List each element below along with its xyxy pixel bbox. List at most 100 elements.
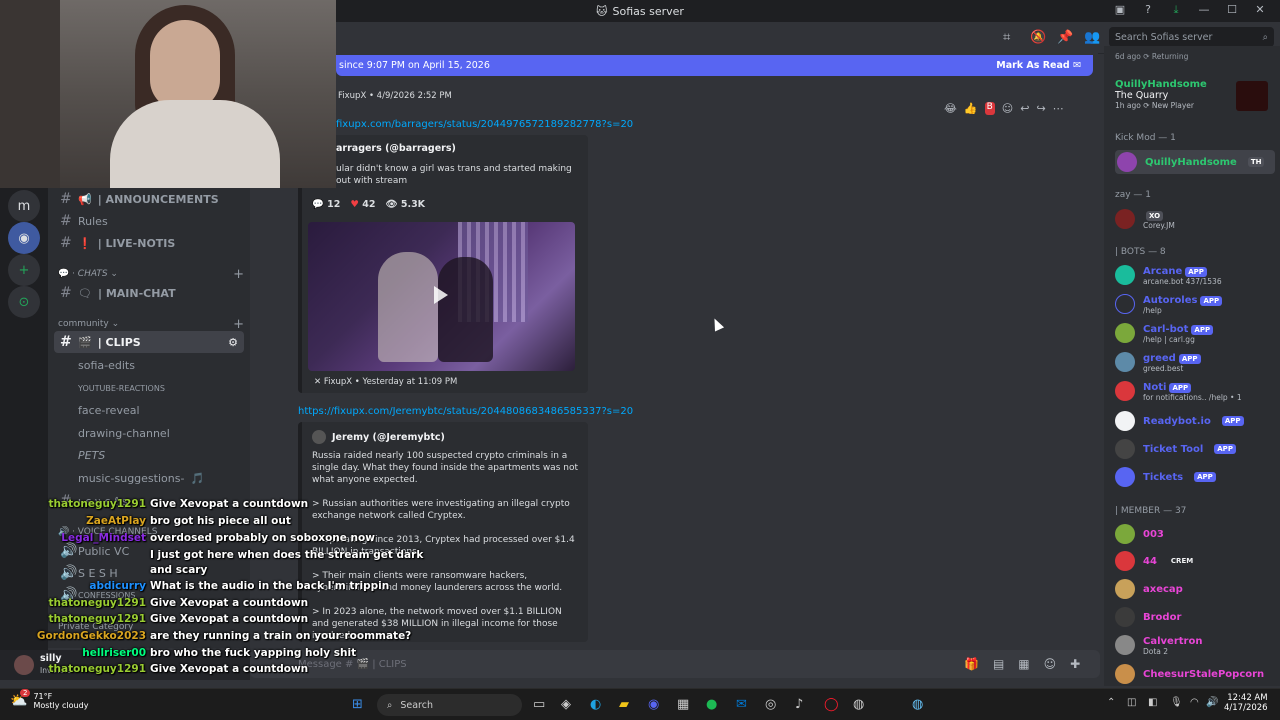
reaction-laugh-icon[interactable]: 😂 — [944, 102, 957, 115]
gift-icon[interactable]: 🎁 — [964, 657, 979, 671]
app-icon[interactable]: ◍ — [853, 697, 864, 712]
discord-icon[interactable]: ◉ — [648, 697, 659, 712]
channel-main-chat[interactable]: # 🗨 | MAIN-CHAT — [54, 282, 244, 304]
member-item[interactable]: Calvertron Dota 2 — [1115, 634, 1275, 656]
start-icon[interactable]: ⊞ — [352, 697, 363, 712]
chat-line: GordonGekko2023 are they running a train … — [36, 630, 412, 642]
gif-icon[interactable]: ▤ — [993, 657, 1004, 671]
heart-icon: ♥ — [350, 199, 359, 210]
spotify-icon[interactable]: ● — [706, 697, 717, 712]
embed-author: arragers (@barragers) — [336, 143, 456, 154]
tray-icon[interactable]: ◫ — [1127, 697, 1136, 708]
taskview-icon[interactable]: ▭ — [533, 697, 545, 712]
chat-line: and scary — [150, 564, 208, 576]
chat-line: thatoneguy1291 Give Xevopat a countdown — [48, 613, 309, 625]
more-icon[interactable]: ⋯ — [1053, 102, 1064, 115]
mute-icon[interactable]: 🔕 — [1030, 30, 1046, 45]
edge-icon[interactable]: ◐ — [590, 697, 601, 712]
server-home[interactable]: m — [8, 190, 40, 222]
member-item[interactable]: Ticket Tool APP — [1115, 439, 1275, 459]
member-item[interactable]: CheesurStalePopcorn — [1115, 664, 1275, 684]
chat-line: Legal_Mindset overdosed probably on sobox… — [61, 532, 375, 544]
tiktok-icon[interactable]: ♪ — [795, 697, 803, 712]
server-icon[interactable]: ◉ — [8, 222, 40, 254]
chat-line: I just got here when does the stream get… — [150, 549, 424, 561]
member-item[interactable]: Brodor — [1115, 607, 1275, 627]
member-item[interactable]: XO Corey.JM — [1115, 208, 1275, 230]
channel-clips[interactable]: # 🎬 | CLIPS ⚙ — [54, 331, 244, 353]
sticker-icon[interactable]: ▦ — [1018, 657, 1029, 671]
member-item[interactable]: Readybot.io APP — [1115, 411, 1275, 431]
discover-icon[interactable]: ⊙ — [8, 286, 40, 318]
channel-youtube-reactions[interactable]: YOUTUBE-REACTIONS — [54, 377, 244, 399]
stream-chat-overlay: thatoneguy1291 Give Xevopat a countdown Z… — [0, 496, 424, 678]
pin-icon[interactable]: 📌 — [1057, 30, 1073, 45]
chrome-icon[interactable]: ◎ — [765, 697, 776, 712]
tray-chevron-icon[interactable]: ⌃ — [1107, 697, 1115, 708]
search-input[interactable]: Search Sofias server ⌕ — [1109, 27, 1274, 47]
store-icon[interactable]: ▦ — [677, 697, 689, 712]
opera-icon[interactable]: ◯ — [824, 697, 839, 712]
member-item[interactable]: QuillyHandsome TH — [1115, 150, 1275, 174]
chat-line: thatoneguy1291 Give Xevopat a countdown — [48, 597, 309, 609]
game-art — [1236, 81, 1268, 111]
new-messages-bar[interactable]: since 9:07 PM on April 15, 2026 Mark As … — [336, 55, 1093, 76]
reaction-thumbs-icon[interactable]: 👍 — [964, 102, 978, 115]
embed-stats: 💬 12 ♥ 42 👁 5.3K — [312, 199, 426, 210]
channel-sofia-edits[interactable]: sofia-edits — [54, 354, 244, 376]
reaction-b-icon[interactable]: B — [984, 102, 995, 115]
member-item[interactable]: Carl-bot APP/help | carl.gg — [1115, 322, 1275, 344]
message-link-1[interactable]: fixupx.com/barragers/status/204497657218… — [336, 119, 633, 130]
channel-music[interactable]: music-suggestions- 🎵 — [54, 467, 244, 489]
members-icon[interactable]: 👥 — [1084, 30, 1100, 45]
member-item[interactable]: Tickets APP — [1115, 467, 1275, 487]
minimize-button[interactable]: — — [1196, 3, 1212, 17]
forward-icon[interactable]: ↪ — [1036, 102, 1045, 115]
mail-icon[interactable]: ✉ — [736, 697, 747, 712]
chat-line: hellriser00 bro who the fuck yapping holy… — [82, 647, 357, 659]
mark-as-read-button[interactable]: Mark As Read ✉ — [996, 60, 1081, 71]
member-item[interactable]: Arcane APP arcane.bot 437/1536 — [1115, 264, 1275, 286]
message-link-2[interactable]: https://fixupx.com/Jeremybtc/status/2044… — [298, 406, 633, 417]
threads-icon[interactable]: ⌗ — [1003, 30, 1010, 45]
help-icon[interactable]: ? — [1140, 3, 1156, 17]
explorer-icon[interactable]: ▰ — [619, 697, 629, 712]
member-item[interactable]: Noti APP for notifications.. /help • 1 — [1115, 380, 1275, 402]
steam-icon[interactable]: ◍ — [912, 697, 923, 712]
member-item[interactable]: 003 — [1115, 524, 1275, 544]
add-server-icon[interactable]: + — [8, 254, 40, 286]
taskbar-search[interactable]: ⌕ Search — [377, 694, 522, 716]
inbox-icon[interactable]: ▣ — [1112, 3, 1128, 17]
video-thumbnail[interactable] — [308, 222, 575, 371]
channel-drawing[interactable]: drawing-channel — [54, 422, 244, 444]
copilot-icon[interactable]: ◈ — [561, 697, 571, 712]
volume-icon[interactable]: 🔊 — [1206, 697, 1218, 708]
category-chats[interactable]: 💬 · CHATS ⌄ + — [58, 265, 244, 283]
member-item[interactable]: axecap — [1115, 579, 1275, 599]
maximize-button[interactable]: ☐ — [1224, 3, 1240, 17]
tray-icon[interactable]: ◧ — [1148, 697, 1157, 708]
mic-icon[interactable]: 🎙 — [1170, 697, 1183, 708]
apps-icon[interactable]: ✚ — [1070, 657, 1080, 671]
play-icon[interactable] — [434, 286, 448, 304]
channel-face-reveal[interactable]: face-reveal — [54, 399, 244, 421]
member-item[interactable]: Autoroles APP/help — [1115, 293, 1275, 315]
search-icon: ⌕ — [1262, 31, 1268, 43]
group-header: | MEMBER — 37 — [1115, 506, 1187, 516]
embed-author: Jeremy (@Jeremybtc) — [332, 431, 445, 443]
reply-icon[interactable]: ↩ — [1020, 102, 1029, 115]
wifi-icon[interactable]: ◠ — [1190, 697, 1199, 708]
download-icon[interactable]: ⤓ — [1168, 3, 1184, 17]
close-button[interactable]: ✕ — [1252, 3, 1268, 17]
chat-line: ZaeAtPlay bro got his piece all out — [86, 515, 291, 527]
clock[interactable]: 12:42 AM 4/17/2026 — [1224, 693, 1268, 713]
emoji-icon[interactable]: ☺ — [1044, 657, 1057, 671]
channel-pets[interactable]: PETS — [54, 444, 244, 466]
channel-rules[interactable]: # Rules — [54, 210, 244, 232]
add-reaction-icon[interactable]: ☺ — [1002, 102, 1013, 115]
channel-announcements[interactable]: # 📢 | ANNOUNCEMENTS — [54, 188, 244, 210]
channel-live-notis[interactable]: # ❗ | LIVE-NOTIS — [54, 232, 244, 254]
webcam-overlay — [0, 0, 336, 188]
member-item[interactable]: 44 CREM — [1115, 551, 1275, 571]
member-item[interactable]: greed APP greed.best — [1115, 351, 1275, 373]
